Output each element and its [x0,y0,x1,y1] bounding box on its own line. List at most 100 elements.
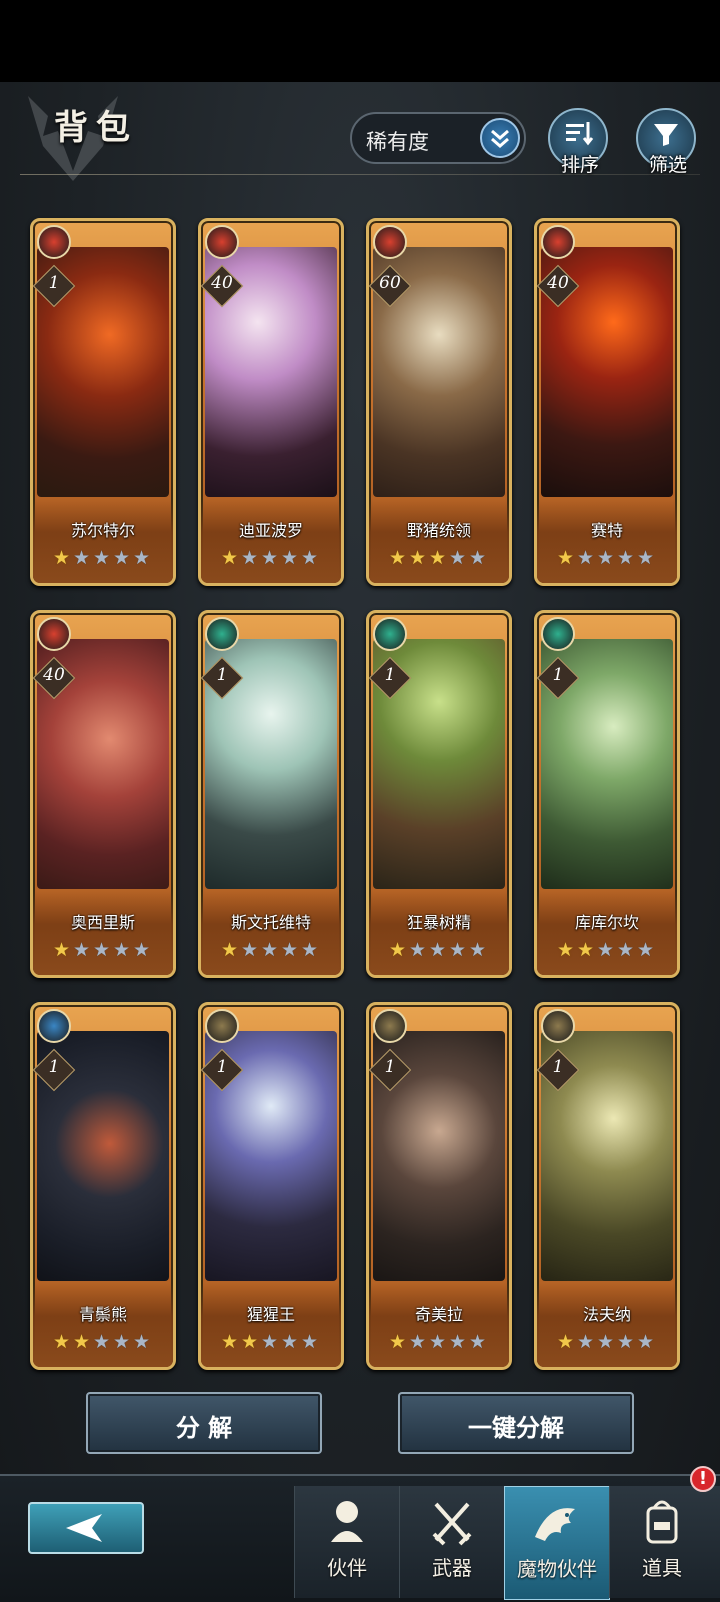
monster-card[interactable]: 40 迪亚波罗 ★ ★ ★ ★ ★ [198,218,344,586]
monster-card[interactable]: 1 猩猩王 ★ ★ ★ ★ ★ [198,1002,344,1370]
star-icon: ★ [637,547,655,569]
star-icon: ★ [241,939,259,961]
star-icon: ★ [113,1331,131,1353]
monster-name: 赛特 [590,521,623,540]
monster-name: 奥西里斯 [70,913,135,932]
star-icon: ★ [93,1331,111,1353]
fire-icon [37,617,71,651]
inventory-screen: 背包 稀有度 排序 筛选 1 苏尔特尔 ★ ★ ★ ★ ★ 40 迪亚波罗 ★ … [0,82,720,1602]
wind-icon [205,617,239,651]
star-icon: ★ [301,547,319,569]
name-plate [537,499,677,583]
fire-icon [541,225,575,259]
monster-name: 奇美拉 [414,1305,463,1324]
status-bar [0,0,720,82]
monster-level: 1 [216,1057,228,1077]
rarity-sort-select[interactable]: 稀有度 [350,112,526,164]
star-icon: ★ [469,1331,487,1353]
name-plate [201,891,341,975]
tab-partner[interactable]: 伙伴 [294,1486,399,1598]
name-plate [201,1283,341,1367]
monster-card[interactable]: 1 青鬃熊 ★ ★ ★ ★ ★ [30,1002,176,1370]
star-icon: ★ [617,547,635,569]
tab-monster-partner[interactable]: 魔物伙伴 [504,1486,610,1600]
star-icon: ★ [429,939,447,961]
monster-card[interactable]: 1 苏尔特尔 ★ ★ ★ ★ ★ [30,218,176,586]
monster-card[interactable]: 1 法夫纳 ★ ★ ★ ★ ★ [534,1002,680,1370]
star-icon: ★ [113,939,131,961]
star-icon: ★ [409,1331,427,1353]
monster-level: 1 [48,273,60,293]
monster-name: 猩猩王 [246,1305,295,1324]
monster-level: 1 [48,1057,60,1077]
monster-card[interactable]: 1 狂暴树精 ★ ★ ★ ★ ★ [366,610,512,978]
star-icon: ★ [617,1331,635,1353]
star-icon: ★ [261,547,279,569]
arrow-left-icon [66,1514,102,1542]
star-icon: ★ [577,939,595,961]
monster-name: 野猪统领 [406,521,471,540]
tab-monster-partner-label: 魔物伙伴 [517,1557,597,1581]
monster-card[interactable]: 1 斯文托维特 ★ ★ ★ ★ ★ [198,610,344,978]
monster-card[interactable]: 1 奇美拉 ★ ★ ★ ★ ★ [366,1002,512,1370]
star-icon: ★ [429,547,447,569]
sort-button-label: 排序 [560,154,599,176]
star-icon: ★ [261,1331,279,1353]
monster-level: 1 [384,665,396,685]
star-icon: ★ [133,547,151,569]
chevron-down-icon[interactable] [480,118,520,158]
monster-card[interactable]: 1 库库尔坎 ★ ★ ★ ★ ★ [534,610,680,978]
star-icon: ★ [469,939,487,961]
star-icon: ★ [637,939,655,961]
monster-level: 60 [379,273,401,293]
monster-level: 40 [547,273,569,293]
decompose-button[interactable]: 分 解 [86,1392,322,1454]
fire-icon [205,225,239,259]
star-icon: ★ [409,939,427,961]
bottom-nav: 伙伴 武器 魔物伙伴 道具 ! [0,1466,720,1602]
star-icon: ★ [557,1331,575,1353]
star-icon: ★ [449,547,467,569]
star-rating: ★ ★ ★ ★ ★ [557,939,667,961]
monster-level: 40 [43,665,65,685]
fire-icon [373,225,407,259]
star-rating: ★ ★ ★ ★ ★ [53,939,163,961]
crossed-swords-icon [432,1502,472,1546]
dragon-icon [535,1508,575,1541]
star-icon: ★ [53,939,71,961]
name-plate [369,499,509,583]
star-icon: ★ [133,1331,151,1353]
star-icon: ★ [281,547,299,569]
star-icon: ★ [73,939,91,961]
star-rating: ★ ★ ★ ★ ★ [53,547,163,569]
star-icon: ★ [429,1331,447,1353]
water-icon [37,1009,71,1043]
monster-name: 狂暴树精 [406,913,471,932]
filter-button[interactable]: 筛选 [636,108,696,176]
star-rating: ★ ★ ★ ★ ★ [221,1331,331,1353]
monster-card[interactable]: 40 奥西里斯 ★ ★ ★ ★ ★ [30,610,176,978]
star-rating: ★ ★ ★ ★ ★ [221,939,331,961]
tab-weapons[interactable]: 武器 [399,1486,504,1598]
star-icon: ★ [469,547,487,569]
star-icon: ★ [577,1331,595,1353]
earth-icon [205,1009,239,1043]
star-icon: ★ [389,547,407,569]
tab-items[interactable]: 道具 [609,1486,720,1598]
sort-button[interactable]: 排序 [548,108,608,176]
back-button[interactable] [28,1502,144,1554]
monster-card[interactable]: 40 赛特 ★ ★ ★ ★ ★ [534,218,680,586]
one-key-decompose-button[interactable]: 一键分解 [398,1392,634,1454]
star-icon: ★ [557,547,575,569]
star-icon: ★ [53,547,71,569]
tab-items-label: 道具 [642,1556,682,1580]
monster-card[interactable]: 60 野猪统领 ★ ★ ★ ★ ★ [366,218,512,586]
star-icon: ★ [93,547,111,569]
monster-name: 苏尔特尔 [70,521,135,540]
star-icon: ★ [281,939,299,961]
name-plate [369,1283,509,1367]
star-icon: ★ [597,547,615,569]
star-icon: ★ [281,1331,299,1353]
star-icon: ★ [389,939,407,961]
monster-level: 1 [552,1057,564,1077]
